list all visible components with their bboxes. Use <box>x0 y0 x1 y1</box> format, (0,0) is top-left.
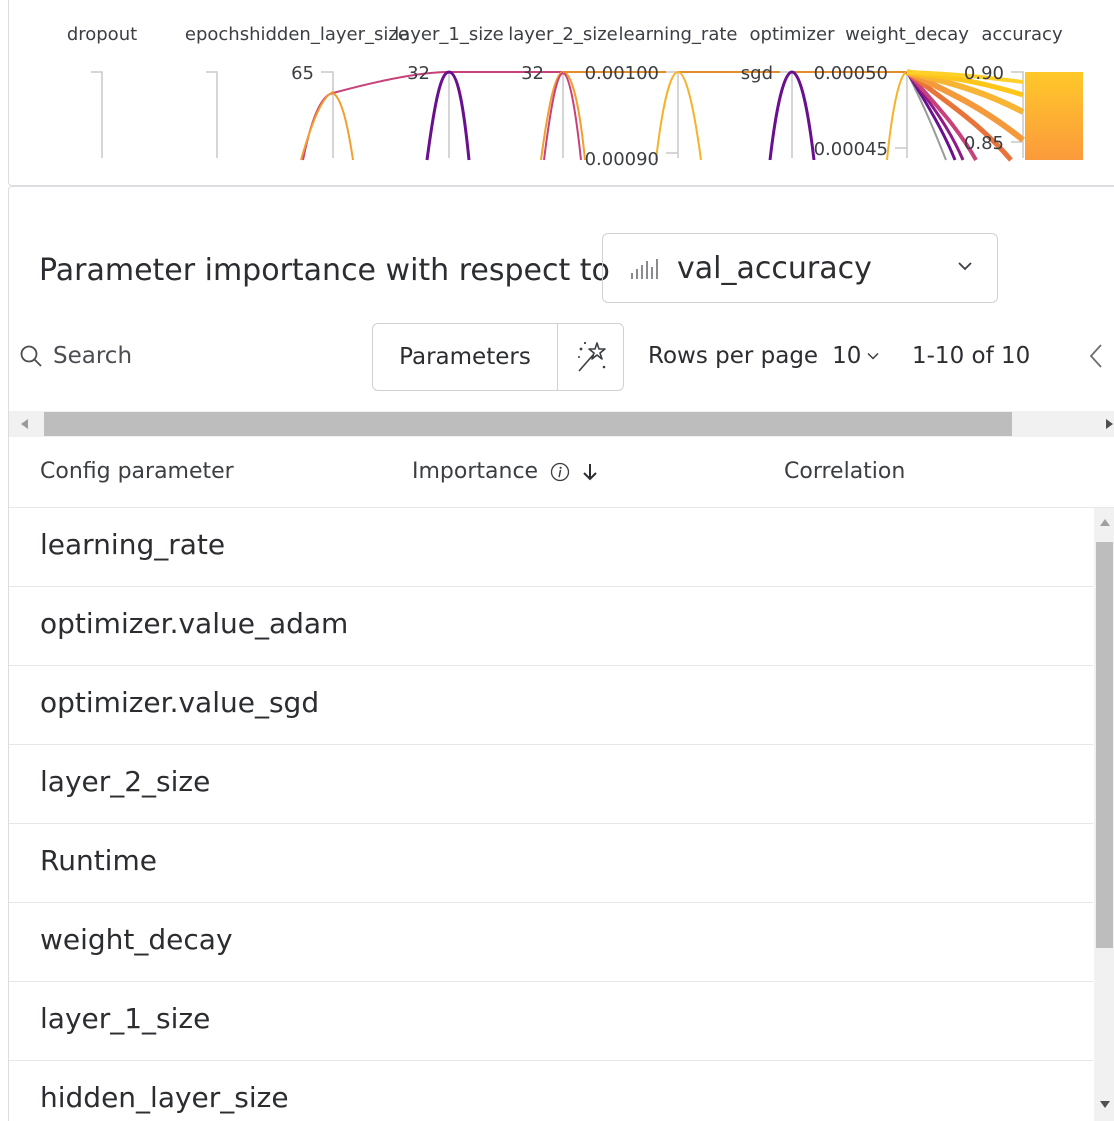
table-row[interactable]: optimizer.value_sgd <box>9 666 1093 745</box>
axis-line-layer-1-size <box>437 71 450 158</box>
rows-per-page-select[interactable]: 10 <box>832 343 879 369</box>
scroll-right-arrow-icon[interactable] <box>1105 419 1113 429</box>
chevron-down-icon <box>958 262 972 271</box>
column-header-config-parameter: Config parameter <box>40 459 234 484</box>
info-icon[interactable] <box>550 462 570 482</box>
table-row[interactable]: learning_rate <box>9 508 1093 587</box>
tick-label-layer-1-size-32: 32 <box>407 63 430 84</box>
table-row[interactable]: Runtime <box>9 824 1093 903</box>
table-row[interactable]: layer_2_size <box>9 745 1093 824</box>
axis-label-optimizer: optimizer <box>750 24 836 45</box>
axis-label-accuracy: accuracy <box>981 24 1063 45</box>
table-toolbar: Search Parameters Rows per page 10 1-10 … <box>9 323 1114 391</box>
panel-title: Parameter importance with respect to <box>39 253 610 288</box>
vertical-scrollbar-thumb[interactable] <box>1096 542 1113 948</box>
axis-label-dropout: dropout <box>67 24 137 45</box>
table-row[interactable]: layer_1_size <box>9 982 1093 1061</box>
metric-label: val_accuracy <box>677 250 872 286</box>
chevron-left-icon <box>1089 344 1102 368</box>
horizontal-scrollbar-thumb[interactable] <box>44 412 1012 436</box>
config-parameter-cell: layer_2_size <box>40 765 211 798</box>
horizontal-scrollbar[interactable] <box>9 411 1114 437</box>
config-parameter-cell: optimizer.value_adam <box>40 607 349 640</box>
scroll-up-arrow-icon[interactable] <box>1100 518 1110 526</box>
search-icon <box>20 345 42 367</box>
tick-label-weight-decay-0-00050: 0.00050 <box>814 63 888 84</box>
tick-label-accuracy-0-85: 0.85 <box>964 133 1004 154</box>
tick-label-learning-rate-0-00100: 0.00100 <box>585 63 659 84</box>
auto-select-button[interactable] <box>558 324 623 390</box>
config-parameter-cell: weight_decay <box>40 923 233 956</box>
parallel-coordinates-plot: dropout epochs hidden_layer_size layer_1… <box>67 24 1083 170</box>
axis-line-optimizer <box>780 71 793 158</box>
table-body: learning_rate optimizer.value_adam optim… <box>9 508 1093 1121</box>
tick-label-weight-decay-0-00045: 0.00045 <box>814 139 888 160</box>
sort-descending-arrow-icon[interactable] <box>582 463 598 481</box>
tick-label-learning-rate-0-00090: 0.00090 <box>585 149 659 170</box>
config-parameter-cell: layer_1_size <box>40 1002 211 1035</box>
config-parameter-cell: Runtime <box>40 844 157 877</box>
parameters-button[interactable]: Parameters <box>373 324 558 390</box>
axis-label-layer-2-size: layer_2_size <box>508 24 618 45</box>
axis-label-layer-1-size: layer_1_size <box>394 24 504 45</box>
search-placeholder: Search <box>53 343 133 369</box>
table-row[interactable]: hidden_layer_size <box>9 1061 1093 1121</box>
tick-label-accuracy-0-90: 0.90 <box>964 63 1004 84</box>
axis-line-dropout <box>91 71 103 158</box>
chevron-down-icon <box>867 352 879 360</box>
magic-wand-icon <box>577 341 606 372</box>
column-header-label: Importance <box>412 459 539 484</box>
search-input[interactable]: Search <box>19 343 132 369</box>
previous-page-button[interactable] <box>1089 343 1103 373</box>
axis-line-learning-rate <box>666 71 679 158</box>
axis-line-accuracy <box>1011 71 1024 158</box>
table-row[interactable]: weight_decay <box>9 903 1093 982</box>
column-header-importance[interactable]: Importance <box>412 459 598 484</box>
axis-label-hidden-layer-size: hidden_layer_size <box>249 24 409 45</box>
config-parameter-cell: optimizer.value_sgd <box>40 686 320 719</box>
parallel-coordinates-panel: dropout epochs hidden_layer_size layer_1… <box>8 0 1114 186</box>
axis-line-epochs <box>206 71 218 158</box>
bar-chart-icon <box>631 259 658 279</box>
axis-label-learning-rate: learning_rate <box>619 24 738 45</box>
accuracy-color-bar <box>1025 72 1083 160</box>
axis-line-weight-decay <box>895 71 908 158</box>
rows-per-page-value: 10 <box>832 343 862 369</box>
vertical-scrollbar[interactable] <box>1094 508 1114 1121</box>
tick-label-hidden-layer-size-65: 65 <box>291 63 314 84</box>
column-header-label: Config parameter <box>40 459 234 484</box>
table-header: Config parameter Importance Correlation <box>9 437 1114 508</box>
column-header-label: Correlation <box>784 459 906 484</box>
metric-select[interactable]: val_accuracy <box>602 233 998 303</box>
tick-label-layer-2-size-32: 32 <box>521 63 544 84</box>
rows-per-page-label: Rows per page <box>648 343 819 369</box>
rows-per-page: Rows per page 10 <box>648 343 879 369</box>
config-parameter-cell: hidden_layer_size <box>40 1081 289 1114</box>
scroll-left-arrow-icon[interactable] <box>21 419 29 429</box>
tick-label-optimizer-sgd: sgd <box>741 63 773 84</box>
table-row[interactable]: optimizer.value_adam <box>9 587 1093 666</box>
parameter-importance-panel: Parameter importance with respect to val… <box>8 186 1114 1121</box>
run-lines <box>300 69 1025 162</box>
axis-label-epochs: epochs <box>185 24 249 45</box>
axis-line-hidden-layer-size <box>321 71 334 158</box>
config-parameter-cell: learning_rate <box>40 528 226 561</box>
axis-label-weight-decay: weight_decay <box>845 24 969 45</box>
scroll-down-arrow-icon[interactable] <box>1100 1101 1110 1109</box>
page-range: 1-10 of 10 <box>912 343 1031 369</box>
column-header-correlation[interactable]: Correlation <box>784 459 905 484</box>
parameters-button-group: Parameters <box>372 323 624 391</box>
